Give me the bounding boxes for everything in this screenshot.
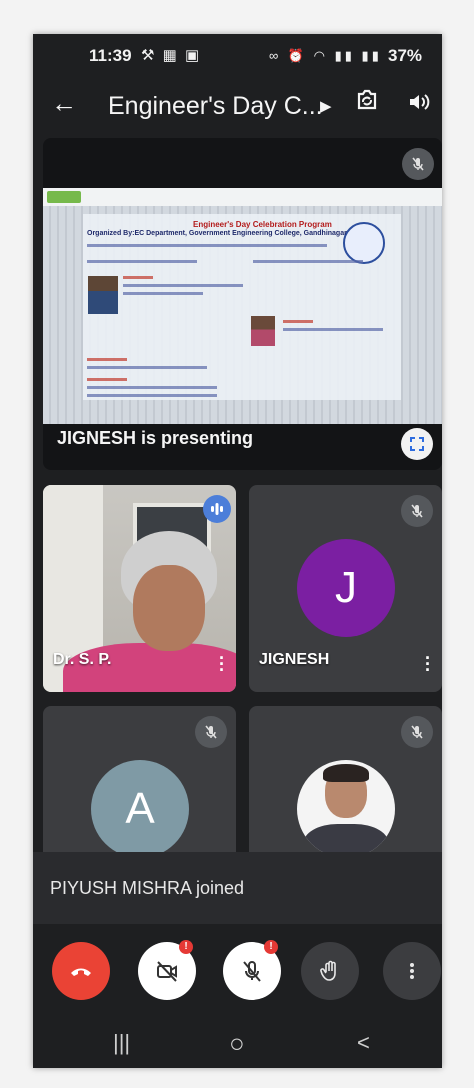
guest-photo xyxy=(251,316,275,346)
photo-hair xyxy=(323,764,369,782)
participant-tile-video[interactable]: Dr. S. P. · · · xyxy=(43,485,236,692)
slide-text-line xyxy=(123,292,203,295)
shared-screen: Engineer's Day Celebration Program Organ… xyxy=(43,188,442,424)
more-options-button[interactable] xyxy=(383,942,441,1000)
camera-off-button[interactable]: ! xyxy=(138,940,196,1000)
back-icon[interactable]: < xyxy=(357,1030,370,1056)
mic-off-button[interactable]: ! xyxy=(223,940,281,1000)
speaker-icon[interactable] xyxy=(407,90,431,114)
avatar: J xyxy=(297,539,395,637)
raise-hand-button[interactable] xyxy=(301,942,359,1000)
notification-icons: ⚒ ▦ ▣ xyxy=(141,47,202,64)
more-options-icon[interactable]: · · · xyxy=(219,649,225,679)
slide-text-line xyxy=(87,244,327,247)
presenting-caption: JIGNESH is presenting xyxy=(57,428,254,448)
participant-name: JIGNESH xyxy=(259,651,330,668)
android-nav-bar: ||| ○ < xyxy=(33,1020,442,1068)
screenshot-frame: 11:39 ⚒ ▦ ▣ ∞ ⏰ ◠ ▮▮ ▮▮ 37% ← Engineer's… xyxy=(0,0,474,1088)
participant-face xyxy=(133,565,205,651)
participant-tile-photo[interactable] xyxy=(249,706,442,866)
slide-text-line xyxy=(87,394,217,397)
speaker-photo xyxy=(88,276,118,314)
join-notification: PIYUSH MISHRA joined xyxy=(33,852,442,924)
system-icons: ∞ ⏰ ◠ ▮▮ ▮▮ xyxy=(269,48,382,63)
browser-button xyxy=(47,191,81,203)
app-bar: ← Engineer's Day C... ▶ xyxy=(33,78,442,134)
meeting-title[interactable]: Engineer's Day C... xyxy=(108,92,323,121)
status-time: 11:39 xyxy=(89,46,132,65)
slide-text-line xyxy=(87,378,127,381)
slide-text-line xyxy=(87,386,217,389)
switch-camera-icon[interactable] xyxy=(353,86,381,114)
end-call-button[interactable] xyxy=(52,942,110,1000)
phone-screen: 11:39 ⚒ ▦ ▣ ∞ ⏰ ◠ ▮▮ ▮▮ 37% ← Engineer's… xyxy=(33,34,442,1068)
mic-off-icon xyxy=(401,495,433,527)
home-icon[interactable]: ○ xyxy=(229,1028,245,1059)
slide-text-line xyxy=(123,284,243,287)
slide-text-line xyxy=(87,366,207,369)
warning-badge-icon: ! xyxy=(264,940,278,954)
caret-right-icon[interactable]: ▶ xyxy=(320,97,332,115)
back-arrow-icon[interactable]: ← xyxy=(51,88,77,119)
profile-photo xyxy=(297,760,395,858)
slide-text-line xyxy=(283,328,383,331)
speaking-indicator-icon xyxy=(203,495,231,523)
status-bar: 11:39 ⚒ ▦ ▣ ∞ ⏰ ◠ ▮▮ ▮▮ 37% xyxy=(33,34,442,78)
fullscreen-icon[interactable] xyxy=(401,428,433,460)
participant-name: Dr. S. P. xyxy=(53,651,112,668)
battery-level: 37% xyxy=(388,46,423,65)
more-options-icon[interactable]: · · · xyxy=(425,649,431,679)
slide-text-line xyxy=(283,320,313,323)
presentation-tile[interactable]: Engineer's Day Celebration Program Organ… xyxy=(43,138,442,470)
college-logo xyxy=(343,222,385,264)
join-message: PIYUSH MISHRA joined xyxy=(50,878,245,898)
slide-text-line xyxy=(123,276,153,279)
mic-off-icon xyxy=(402,148,434,180)
call-controls: ! ! xyxy=(33,924,442,1020)
avatar: A xyxy=(91,760,189,858)
slide-text-line xyxy=(87,260,197,263)
browser-toolbar xyxy=(43,188,442,207)
slide-text-line xyxy=(253,260,363,263)
warning-badge-icon: ! xyxy=(179,940,193,954)
participant-tile-jignesh[interactable]: J JIGNESH · · · xyxy=(249,485,442,692)
slide-subtitle: Organized By:EC Department, Government E… xyxy=(87,230,347,237)
mic-off-icon xyxy=(401,716,433,748)
slide-text-line xyxy=(87,358,127,361)
participant-tile-a[interactable]: A xyxy=(43,706,236,866)
recents-icon[interactable]: ||| xyxy=(113,1030,130,1056)
mic-off-icon xyxy=(195,716,227,748)
slide-title: Engineer's Day Celebration Program xyxy=(193,220,332,229)
